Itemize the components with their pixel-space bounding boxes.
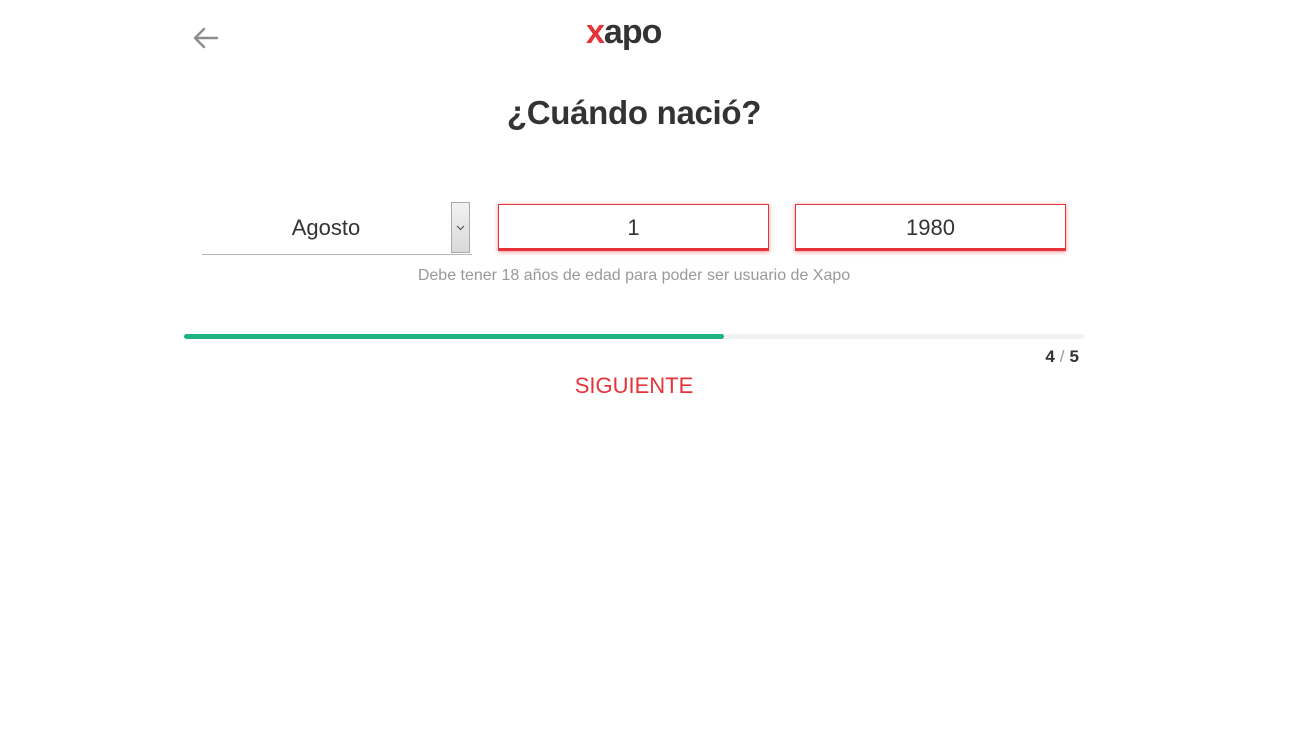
page-title: ¿Cuándo nació? <box>506 94 762 131</box>
progress-bar-fill <box>184 334 724 339</box>
month-select[interactable]: Agosto <box>202 202 472 255</box>
step-separator: / <box>1059 347 1065 366</box>
day-input[interactable] <box>498 204 769 251</box>
signup-page: xapo ¿Cuándo nació? Agosto Debe tener 18… <box>0 0 1312 738</box>
month-dropdown-button[interactable] <box>451 202 470 253</box>
next-button[interactable]: SIGUIENTE <box>534 368 734 404</box>
age-requirement-hint: Debe tener 18 años de edad para poder se… <box>417 267 851 284</box>
logo-x: x <box>586 13 605 51</box>
logo-apo: apo <box>604 13 662 51</box>
step-total: 5 <box>1069 347 1079 366</box>
month-selected-value: Agosto <box>291 215 361 240</box>
chevron-down-icon <box>456 225 465 230</box>
year-input[interactable] <box>795 204 1066 251</box>
back-button[interactable] <box>190 22 222 54</box>
svg-text:xapo: xapo <box>586 13 662 51</box>
step-current: 4 <box>1045 347 1055 366</box>
xapo-logo: xapo <box>586 13 663 51</box>
arrow-left-icon <box>193 27 219 49</box>
step-counter: 4/5 <box>1045 347 1079 367</box>
progress-bar <box>184 334 1084 339</box>
